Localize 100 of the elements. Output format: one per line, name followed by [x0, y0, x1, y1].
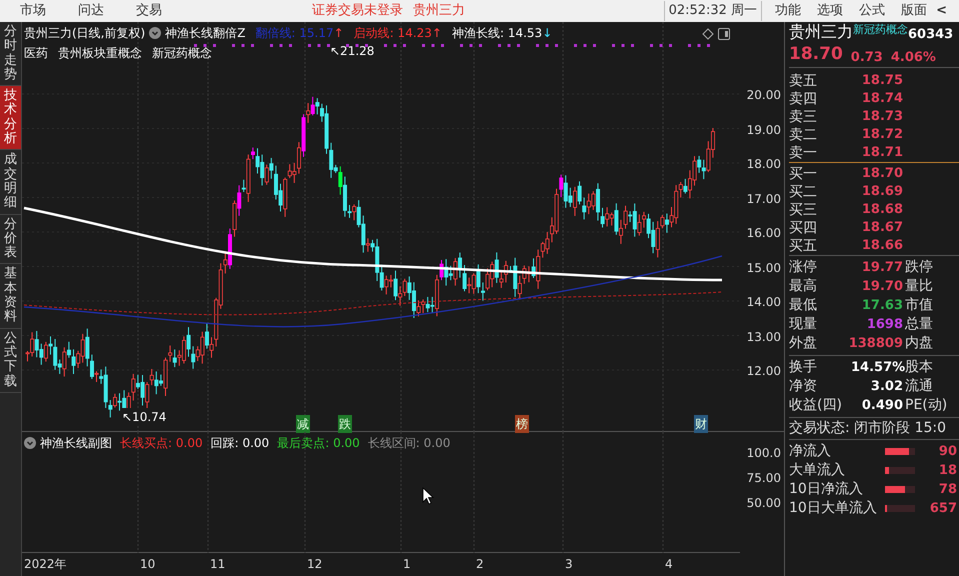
stock-name: 贵州三力 [789, 21, 853, 43]
order-price: 18.68 [860, 201, 903, 220]
price-axis-label: 14.00 [746, 294, 781, 311]
side-tab[interactable]: 公式下载 [0, 328, 21, 393]
stat-value: 138809 [848, 334, 903, 353]
price-axis-label: 15.00 [746, 260, 781, 276]
side-tab[interactable]: 分价表 [0, 214, 21, 264]
stock-code: 60343 [908, 26, 954, 44]
menu-item[interactable]: 市场 [8, 1, 58, 21]
price-axis-label: 16.00 [746, 225, 781, 242]
menu-item[interactable]: 版面 [898, 1, 930, 21]
stock-name: 贵州三力 [413, 2, 465, 20]
order-level-label: 卖一 [789, 144, 818, 162]
stat-label: 最低 [789, 296, 818, 315]
indicator-name: 神渔长线翻倍Z [165, 25, 246, 42]
stat-label: 净资 [789, 377, 818, 396]
menu-item[interactable]: 交易 [124, 1, 174, 21]
price-axis-label: 17.00 [746, 190, 781, 208]
order-price: 18.70 [860, 165, 903, 184]
stat-value: 0.490 [860, 396, 903, 415]
panel-icon[interactable] [718, 28, 730, 40]
time-axis-label: 1 [403, 556, 411, 573]
side-tab[interactable]: 基本资料 [0, 264, 21, 329]
sub-axis-label: 75.00 [746, 470, 781, 487]
trend-arrow: ↑ [432, 25, 442, 42]
order-level-label: 卖三 [789, 108, 818, 126]
flow-label: 10日净流入 [789, 480, 864, 499]
order-price: 18.71 [860, 144, 903, 162]
sub-axis-label: 50.00 [746, 495, 781, 512]
order-level-label: 卖二 [789, 126, 818, 144]
trend-arrow: ↓ [542, 25, 552, 42]
sub-axis-label: 100.0 [746, 445, 781, 462]
stat-value: 19.70 [860, 278, 903, 296]
diamond-icon[interactable] [702, 28, 714, 40]
menu-item[interactable]: 公式 [856, 1, 888, 21]
signal-marker: 减 [296, 415, 310, 433]
flow-label: 大单流入 [789, 461, 846, 480]
indicator-reading: 长线买点: 0.00 [120, 435, 203, 452]
order-price: 18.67 [860, 219, 903, 238]
stat-label: 量比 [905, 277, 933, 296]
flow-value: 90 [938, 442, 957, 461]
order-price: 18.69 [860, 183, 903, 202]
indicator-reading: 神渔长线: 14.53 [452, 25, 542, 42]
menu-item[interactable]: 功能 [772, 1, 804, 21]
stat-label: 外盘 [789, 334, 818, 353]
concept-tag: 新冠药概念 [853, 22, 908, 38]
collapse-button[interactable]: < [936, 1, 947, 21]
signal-marker: 财 [694, 415, 708, 433]
indicator-reading: 最后卖点: 0.00 [277, 435, 360, 452]
stat-label: PE(动) [905, 396, 948, 415]
indicator-reading: 翻倍线: 15.17 [255, 25, 334, 42]
signal-marker: 跌 [338, 415, 352, 433]
low-price-label: ↖10.74 [122, 408, 166, 426]
stat-value: 17.63 [860, 296, 903, 315]
sub-chart-title: 神渔长线副图 [40, 435, 112, 452]
concept-tag: 贵州板块重概念 [58, 44, 142, 62]
price-change: 0.73 [850, 48, 883, 66]
stat-label: 换手 [789, 358, 818, 377]
stat-label: 收益(四) [789, 396, 843, 415]
indicator-reading: 启动线: 14.23 [354, 25, 432, 42]
percent-change: 4.06% [890, 48, 936, 66]
stat-label: 流通 [905, 377, 933, 396]
price-axis-label: 13.00 [746, 328, 781, 346]
menu-item[interactable]: 选项 [814, 1, 846, 21]
last-price: 18.70 [789, 42, 843, 66]
order-level-label: 卖五 [789, 72, 818, 90]
time-axis-label: 2 [476, 556, 484, 573]
time-axis-label: 10 [140, 556, 156, 573]
login-notice: 证券交易未登录 [312, 2, 403, 20]
signal-marker: 榜 [515, 415, 529, 433]
stat-label: 跌停 [905, 258, 933, 277]
time-axis-label: 3 [565, 556, 573, 573]
cursor-icon [422, 487, 434, 505]
chevron-circle-icon[interactable] [24, 437, 36, 449]
indicator-reading: 回踩: 0.00 [210, 435, 270, 452]
price-axis-label: 19.00 [746, 122, 781, 138]
indicator-reading: 长线区间: 0.00 [368, 435, 450, 452]
concept-tag: 新冠药概念 [152, 44, 212, 62]
side-tab[interactable]: 技术分析 [0, 86, 21, 150]
stat-label: 涨停 [789, 258, 818, 277]
chevron-circle-icon[interactable] [149, 27, 162, 39]
stat-value: 1698 [866, 316, 903, 334]
time-axis-label: 12 [307, 556, 322, 573]
side-tab[interactable]: 成交明细 [0, 150, 21, 215]
high-price-label: ↖21.28 [330, 43, 374, 60]
time-axis-label: 4 [665, 556, 673, 573]
order-price: 18.73 [860, 108, 903, 126]
flow-label: 净流入 [789, 442, 832, 461]
menu-item[interactable]: 问达 [66, 1, 116, 21]
order-price: 18.72 [860, 126, 903, 144]
order-level-label: 买三 [789, 200, 818, 220]
flow-value: 78 [938, 480, 957, 499]
stat-label: 总量 [905, 315, 933, 334]
stat-label: 股本 [905, 358, 933, 377]
flow-label: 10日大单流入 [789, 499, 878, 518]
clock: 02:52:32 周一 [664, 1, 762, 21]
flow-value: 657 [930, 500, 957, 518]
concept-tag: 医药 [24, 44, 48, 62]
order-level-label: 买五 [789, 236, 818, 256]
stat-value: 3.02 [870, 378, 903, 396]
